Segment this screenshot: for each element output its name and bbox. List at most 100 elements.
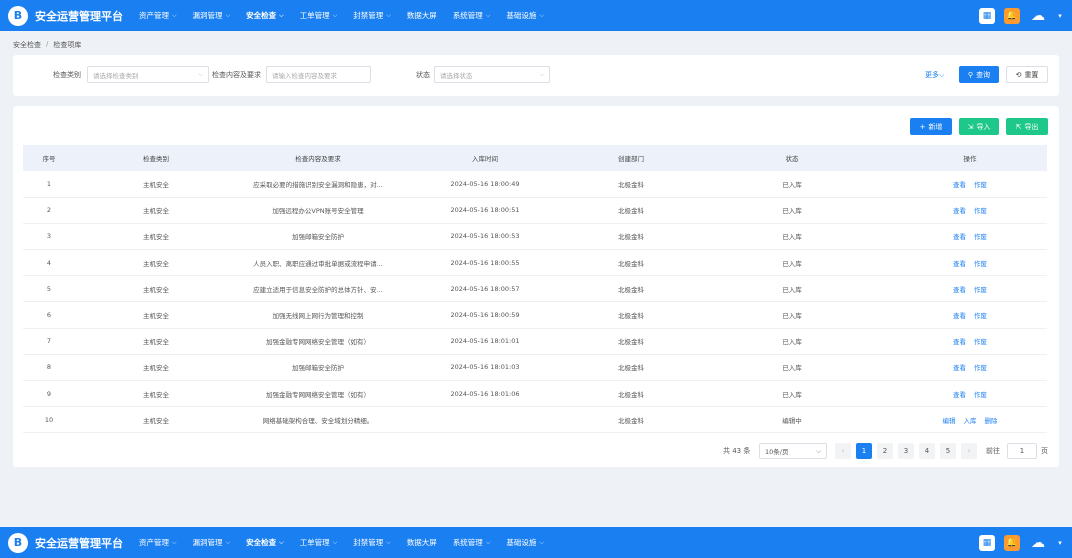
- cell-dept: 北极金科: [571, 354, 691, 382]
- chevron-down-icon: ⌵: [279, 11, 284, 19]
- page-number-button[interactable]: 2: [877, 443, 893, 459]
- menu-item[interactable]: 封禁管理 ⌵: [345, 527, 399, 558]
- menu-item-label: 工单管理: [299, 11, 330, 20]
- cell-time: 2024-05-16 18:01:01: [399, 328, 571, 355]
- status-select[interactable]: 请选择状态 ⌵: [434, 66, 550, 83]
- breadcrumb-parent[interactable]: 安全检查: [13, 40, 41, 50]
- content-input[interactable]: 请输入检查内容及要求: [266, 66, 371, 83]
- row-action-link[interactable]: 查看: [953, 338, 966, 346]
- menu-item[interactable]: 工单管理 ⌵: [292, 0, 346, 31]
- cell-content: 加强远程办公VPN账号安全管理: [237, 197, 399, 224]
- row-action-link[interactable]: 查看: [953, 286, 966, 294]
- cell-category: 主机安全: [75, 223, 237, 251]
- menu-item[interactable]: 系统管理 ⌵: [445, 0, 499, 31]
- row-action-link[interactable]: 查看: [953, 233, 966, 241]
- user-avatar-cloud-icon[interactable]: ☁: [1029, 8, 1047, 24]
- menu-item[interactable]: 安全检查 ⌵: [238, 0, 292, 31]
- app-logo[interactable]: B: [8, 532, 28, 553]
- menu-item[interactable]: 基础设施 ⌵: [498, 527, 552, 558]
- import-label: 导入: [976, 122, 991, 131]
- menu-item-label: 安全检查: [246, 538, 277, 547]
- row-action-link[interactable]: 作废: [974, 207, 987, 215]
- cell-ops: 查看 作废: [893, 249, 1047, 277]
- row-action-link[interactable]: 作废: [974, 364, 987, 372]
- app-title: 安全运营管理平台: [35, 536, 123, 550]
- chevron-down-icon: ⌵: [816, 446, 821, 455]
- row-action-link[interactable]: 查看: [953, 391, 966, 399]
- row-action-link[interactable]: 查看: [953, 181, 966, 189]
- prev-page-button[interactable]: ‹: [835, 443, 851, 459]
- cell-time: [399, 406, 571, 434]
- row-action-link[interactable]: 作废: [974, 181, 987, 189]
- user-menu-caret-icon[interactable]: ▾: [1056, 535, 1064, 551]
- cell-time: 2024-05-16 18:00:55: [399, 249, 571, 277]
- cell-index: 6: [23, 301, 75, 329]
- bell-icon[interactable]: 🔔: [1004, 534, 1020, 551]
- row-action-link[interactable]: 编辑: [943, 417, 956, 425]
- cell-index: 5: [23, 275, 75, 303]
- bell-icon[interactable]: 🔔: [1004, 7, 1020, 24]
- page-size-select[interactable]: 10条/页 ⌵: [759, 443, 827, 459]
- menu-item[interactable]: 系统管理 ⌵: [445, 527, 499, 558]
- row-action-link[interactable]: 查看: [953, 260, 966, 268]
- search-icon: ⚲: [967, 70, 974, 79]
- row-action-link[interactable]: 作废: [974, 260, 987, 268]
- cell-ops: 查看 作废: [893, 301, 1047, 329]
- next-page-button[interactable]: ›: [961, 443, 977, 459]
- check-items-table: 序号 检查类别 检查内容及要求 入库时间 创建部门 状态 操作 1 主机安全 应采取…: [23, 145, 1047, 434]
- goto-page-input[interactable]: 1: [1007, 443, 1037, 459]
- cell-dept: 北极金科: [571, 275, 691, 303]
- menu-item[interactable]: 资产管理 ⌵: [131, 0, 185, 31]
- menu-item[interactable]: 漏洞管理 ⌵: [185, 0, 239, 31]
- row-action-link[interactable]: 作废: [974, 338, 987, 346]
- row-action-link[interactable]: 删除: [985, 417, 998, 425]
- col-header-index: 序号: [23, 145, 75, 171]
- app-grid-icon[interactable]: ▦: [979, 534, 995, 551]
- app-grid-icon[interactable]: ▦: [979, 7, 995, 24]
- menu-item-label: 资产管理: [139, 11, 169, 20]
- cell-status: 已入库: [691, 275, 893, 303]
- menu-item[interactable]: 安全检查 ⌵: [238, 527, 292, 558]
- category-select[interactable]: 请选择检查类别 ⌵: [87, 66, 209, 83]
- menu-item[interactable]: 数据大屏: [399, 0, 445, 31]
- user-menu-caret-icon[interactable]: ▾: [1056, 8, 1064, 24]
- status-label: 状态: [416, 71, 430, 79]
- row-action-link[interactable]: 入库: [964, 417, 977, 425]
- reset-button[interactable]: ⟲ 重置: [1006, 66, 1048, 83]
- user-avatar-cloud-icon[interactable]: ☁: [1029, 535, 1047, 551]
- app-logo[interactable]: B: [8, 5, 28, 26]
- menu-item[interactable]: 封禁管理 ⌵: [345, 0, 399, 31]
- page-number-button[interactable]: 3: [898, 443, 914, 459]
- content-label: 检查内容及要求: [212, 71, 261, 79]
- table-row: 8 主机安全 加强邮箱安全防护 2024-05-16 18:01:03 北极金科 已入库查…: [23, 354, 1047, 382]
- add-button[interactable]: + 新增: [910, 118, 952, 135]
- table-row: 5 主机安全 应建立适用于信息安全防护的总体方针、安... 2024-05-16 18…: [23, 275, 1047, 303]
- menu-item[interactable]: 漏洞管理 ⌵: [185, 527, 239, 558]
- menu-item[interactable]: 资产管理 ⌵: [131, 527, 185, 558]
- cell-status: 已入库: [691, 197, 893, 224]
- main-menu: 资产管理 ⌵ 漏洞管理 ⌵ 安全检查 ⌵ 工单管理 ⌵ 封禁管理 ⌵ 数据大屏 系统管理 ⌵ 基础设施 ⌵: [131, 527, 552, 558]
- page-number-button[interactable]: 1: [856, 443, 872, 459]
- cell-status: 已入库: [691, 249, 893, 277]
- row-action-link[interactable]: 查看: [953, 207, 966, 215]
- row-action-link[interactable]: 作废: [974, 286, 987, 294]
- breadcrumb: 安全检查 / 检查项库: [13, 40, 81, 50]
- cell-index: 3: [23, 223, 75, 251]
- row-action-link[interactable]: 查看: [953, 312, 966, 320]
- page-number-button[interactable]: 4: [919, 443, 935, 459]
- export-button[interactable]: ⇱ 导出: [1006, 118, 1048, 135]
- menu-item[interactable]: 数据大屏: [399, 527, 445, 558]
- more-filters-link[interactable]: 更多⌵: [925, 70, 944, 80]
- logo-letter: B: [13, 536, 23, 549]
- row-action-link[interactable]: 作废: [974, 233, 987, 241]
- menu-item[interactable]: 工单管理 ⌵: [292, 527, 346, 558]
- menu-item-label: 系统管理: [452, 538, 483, 547]
- import-button[interactable]: ⇲ 导入: [959, 118, 999, 135]
- row-action-link[interactable]: 作废: [974, 312, 987, 320]
- menu-item[interactable]: 基础设施 ⌵: [498, 0, 552, 31]
- table-panel: + 新增 ⇲ 导入 ⇱ 导出 序号 检查类别 检查内容及要求 入库时间 创建部门 状态…: [13, 106, 1059, 467]
- row-action-link[interactable]: 作废: [974, 391, 987, 399]
- page-number-button[interactable]: 5: [940, 443, 956, 459]
- row-action-link[interactable]: 查看: [953, 364, 966, 372]
- query-button[interactable]: ⚲ 查询: [959, 66, 999, 83]
